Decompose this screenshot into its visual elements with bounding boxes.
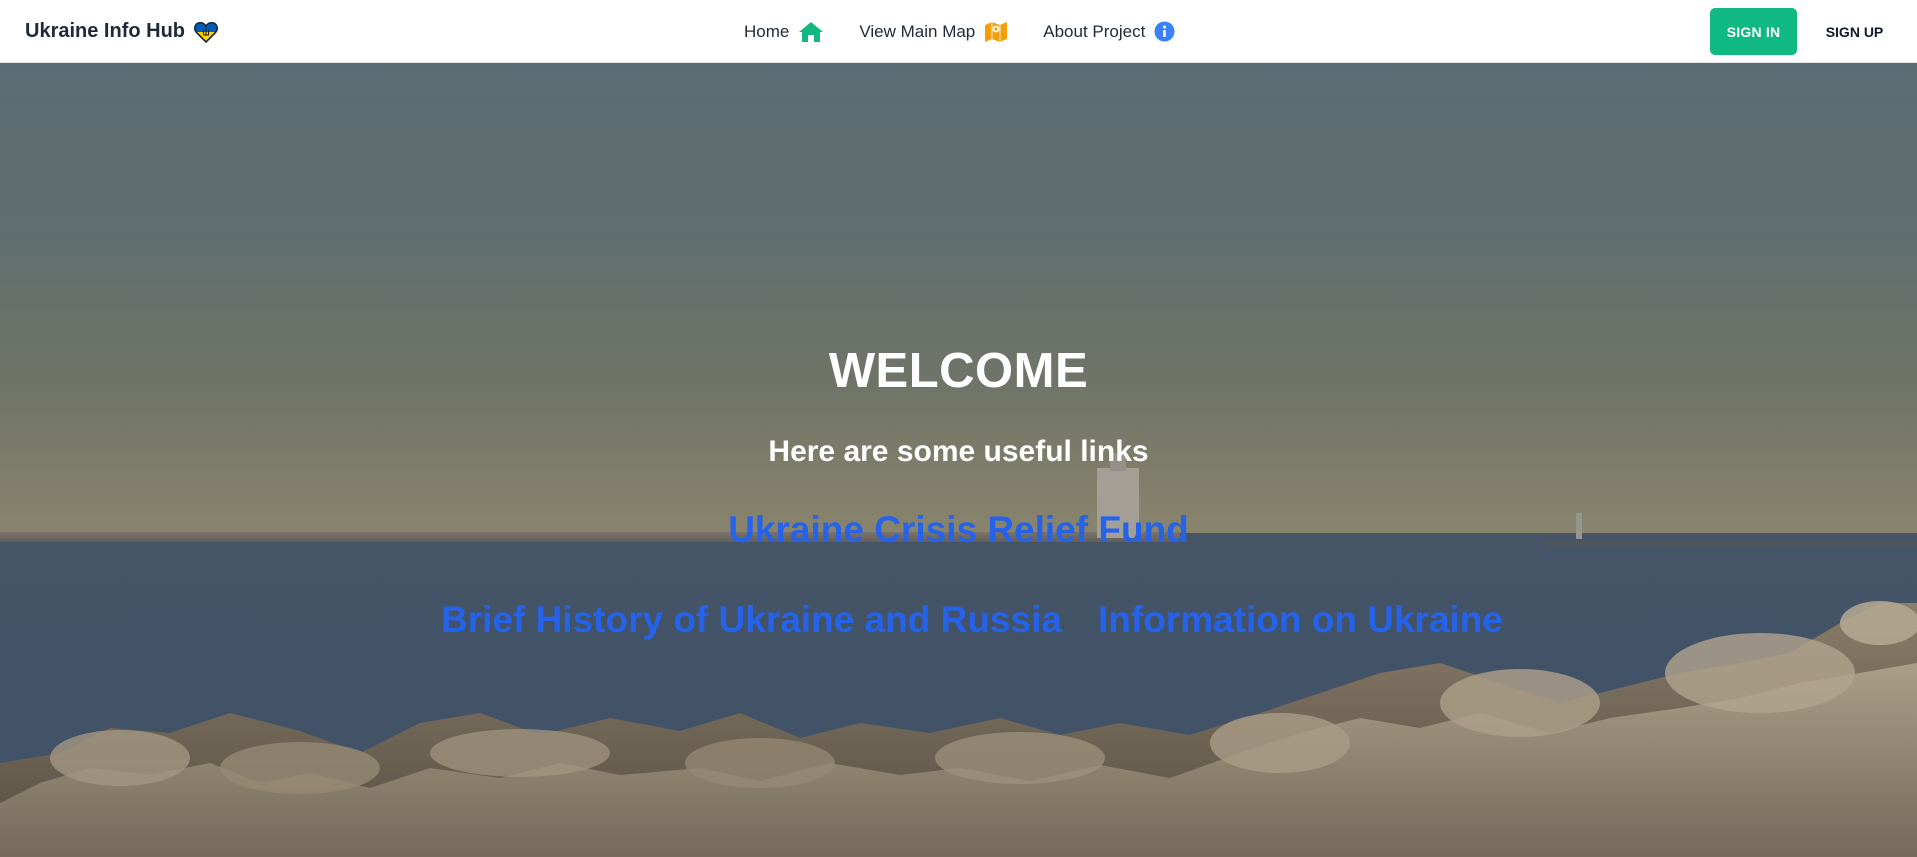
nav-links: Home View Main Map About Project bbox=[744, 0, 1210, 63]
info-icon bbox=[1154, 21, 1175, 42]
navbar: Ukraine Info Hub Home View Main Map Abou… bbox=[0, 0, 1917, 63]
sign-up-button[interactable]: SIGN UP bbox=[1812, 8, 1897, 55]
nav-link-home[interactable]: Home bbox=[744, 21, 824, 43]
hero-subtitle: Here are some useful links bbox=[768, 435, 1149, 468]
nav-link-home-label: Home bbox=[744, 21, 790, 41]
brand-title: Ukraine Info Hub bbox=[25, 20, 186, 42]
link-information-ukraine[interactable]: Information on Ukraine bbox=[1098, 599, 1503, 641]
sign-in-button[interactable]: SIGN IN bbox=[1710, 8, 1797, 55]
link-brief-history[interactable]: Brief History of Ukraine and Russia bbox=[441, 599, 1062, 641]
nav-link-map[interactable]: View Main Map bbox=[859, 21, 1008, 43]
brand[interactable]: Ukraine Info Hub bbox=[25, 0, 218, 63]
link-relief-fund[interactable]: Ukraine Crisis Relief Fund bbox=[0, 509, 1917, 551]
home-icon bbox=[798, 21, 824, 43]
nav-link-about-label: About Project bbox=[1043, 21, 1146, 41]
map-icon bbox=[984, 21, 1008, 43]
ukraine-heart-icon bbox=[194, 21, 218, 43]
nav-link-map-label: View Main Map bbox=[859, 21, 976, 41]
hero-section: WELCOME Here are some useful links Ukrai… bbox=[0, 63, 1917, 857]
nav-link-about[interactable]: About Project bbox=[1043, 21, 1175, 42]
welcome-heading: WELCOME bbox=[828, 344, 1089, 398]
